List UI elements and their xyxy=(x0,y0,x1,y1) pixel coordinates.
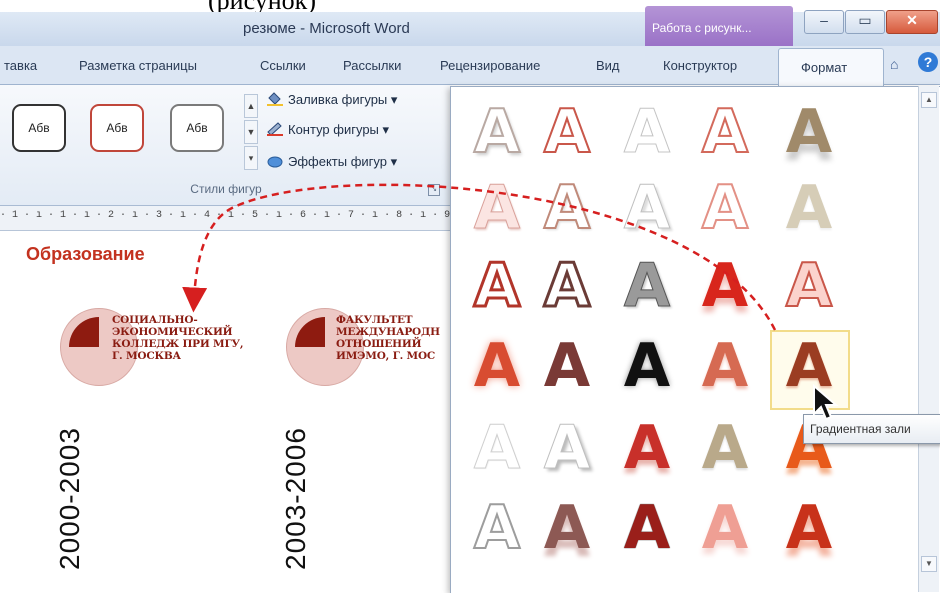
wordart-style[interactable]: A xyxy=(690,172,760,244)
mouse-cursor-icon xyxy=(813,384,839,421)
picture-tools-label: Работа с рисунк... xyxy=(652,21,752,35)
ruler-scale: · 1 · ı · 1 · ı · 2 · ı · 3 · ı · 4 · ı … xyxy=(0,210,452,221)
shape-effects-button[interactable]: Эффекты фигур ▾ xyxy=(266,154,397,170)
tab-insert[interactable]: тавка xyxy=(4,58,37,73)
close-button[interactable]: ✕ xyxy=(886,10,938,34)
title-bar xyxy=(0,12,940,46)
paint-bucket-icon xyxy=(266,92,284,106)
wordart-style[interactable]: A xyxy=(690,330,760,402)
wordart-style[interactable]: A xyxy=(690,412,760,484)
education-entry-text: ФАКУЛЬТЕТ МЕЖДУНАРОДН ОТНОШЕНИЙ ИМЭМО, Г… xyxy=(336,314,448,362)
wordart-style[interactable]: A xyxy=(612,250,682,322)
shape-fill-label: Заливка фигуры ▾ xyxy=(288,92,398,107)
minimize-button[interactable]: – xyxy=(804,10,844,34)
wordart-style[interactable]: A xyxy=(612,492,682,564)
tab-references[interactable]: Ссылки xyxy=(260,58,306,73)
minimize-ribbon-icon[interactable]: ⌂ xyxy=(890,56,898,72)
pencil-icon xyxy=(266,122,284,136)
wordart-style[interactable]: A xyxy=(462,330,532,402)
gallery-down-icon[interactable]: ▼ xyxy=(244,120,258,144)
effects-icon xyxy=(266,154,284,168)
years-label: 2000-2003 xyxy=(54,427,85,570)
gallery-scrollbar[interactable]: ▲ ▼ xyxy=(918,86,939,592)
years-label: 2003-2006 xyxy=(280,427,311,570)
scroll-up-icon[interactable]: ▲ xyxy=(921,92,937,108)
gallery-up-icon[interactable]: ▲ xyxy=(244,94,258,118)
maximize-icon: ▭ xyxy=(858,12,872,28)
wordart-style[interactable]: A xyxy=(612,172,682,244)
entry-line: КОЛЛЕДЖ ПРИ МГУ, xyxy=(112,338,244,350)
minimize-icon: – xyxy=(820,12,828,28)
wordart-style[interactable]: A xyxy=(462,250,532,323)
shape-style-2[interactable]: Абв xyxy=(90,104,144,152)
wordart-style[interactable]: A xyxy=(690,250,760,322)
tab-mailings[interactable]: Рассылки xyxy=(343,58,401,73)
wordart-style[interactable]: A xyxy=(774,172,844,244)
entry-line: ЭКОНОМИЧЕСКИЙ xyxy=(112,326,233,338)
tab-review[interactable]: Рецензирование xyxy=(440,58,540,73)
maximize-button[interactable]: ▭ xyxy=(845,10,885,34)
wordart-style[interactable]: A xyxy=(462,96,532,168)
shape-effects-label: Эффекты фигур ▾ xyxy=(288,154,398,169)
shape-fill-button[interactable]: Заливка фигуры ▾ xyxy=(266,92,397,108)
tab-format[interactable]: Формат xyxy=(778,48,884,86)
shape-style-1[interactable]: Абв xyxy=(12,104,66,152)
wordart-style[interactable]: A xyxy=(462,412,532,484)
wordart-style[interactable]: A xyxy=(462,172,532,244)
shape-outline-button[interactable]: Контур фигуры ▾ xyxy=(266,122,389,138)
entry-line: Г. МОСКВА xyxy=(112,350,181,362)
scroll-down-icon[interactable]: ▼ xyxy=(921,556,937,572)
entry-line: ИМЭМО, Г. МОС xyxy=(336,350,436,362)
wordart-style[interactable]: A xyxy=(774,250,844,322)
tab-format-label: Формат xyxy=(801,60,848,75)
section-heading: Образование xyxy=(26,244,145,264)
wordart-style[interactable]: A xyxy=(462,492,532,564)
wordart-style[interactable]: A xyxy=(532,412,602,484)
wordart-style[interactable]: A xyxy=(532,330,602,402)
window-title: резюме - Microsoft Word xyxy=(243,20,410,37)
tab-design[interactable]: Конструктор xyxy=(663,58,737,73)
education-entry-text: СОЦИАЛЬНО- ЭКОНОМИЧЕСКИЙ КОЛЛЕДЖ ПРИ МГУ… xyxy=(112,314,243,362)
shape-style-3[interactable]: Абв xyxy=(170,104,224,152)
wordart-style[interactable]: A xyxy=(532,492,602,564)
wordart-style[interactable]: A xyxy=(612,412,682,484)
wordart-style[interactable]: A xyxy=(532,172,602,244)
wordart-style[interactable]: A xyxy=(774,96,844,168)
caption-strip: (рисунок) xyxy=(0,0,940,12)
tab-page-layout[interactable]: Разметка страницы xyxy=(79,58,197,73)
entry-line: СОЦИАЛЬНО- xyxy=(112,314,198,326)
wordart-style[interactable]: A xyxy=(532,96,602,168)
caption-text: (рисунок) xyxy=(208,0,316,12)
shape-styles-group-label: Стили фигур xyxy=(190,182,262,196)
help-icon[interactable]: ? xyxy=(918,52,938,72)
entry-line: МЕЖДУНАРОДН xyxy=(336,326,440,338)
wordart-style[interactable]: A xyxy=(690,492,760,564)
shape-outline-label: Контур фигуры ▾ xyxy=(288,122,390,137)
entry-line: ФАКУЛЬТЕТ xyxy=(336,314,413,326)
wordart-style[interactable]: A xyxy=(612,96,682,168)
gallery-more-icon[interactable]: ▾ xyxy=(244,146,258,170)
wordart-style[interactable]: A xyxy=(612,330,682,402)
entry-line: ОТНОШЕНИЙ xyxy=(336,338,422,350)
dialog-launcher-icon[interactable]: ↘ xyxy=(428,184,440,196)
wordart-style[interactable]: A xyxy=(532,250,602,323)
tab-view[interactable]: Вид xyxy=(596,58,620,73)
close-icon: ✕ xyxy=(906,12,918,28)
ruler: · 1 · ı · 1 · ı · 2 · ı · 3 · ı · 4 · ı … xyxy=(0,206,452,231)
wordart-style[interactable]: A xyxy=(690,96,760,168)
wordart-style[interactable]: A xyxy=(774,492,844,564)
